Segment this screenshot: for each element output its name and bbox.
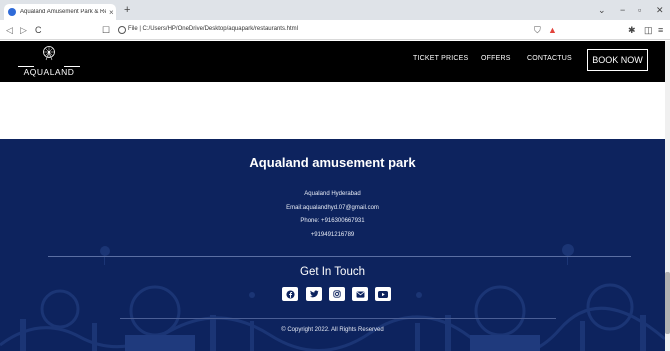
forward-icon[interactable]: ▷ — [20, 24, 27, 36]
get-in-touch-heading: Get In Touch — [300, 266, 365, 278]
browser-tab-bar: Aqualand Amusement Park & Re × + ⌄ − ▫ ✕ — [0, 0, 670, 20]
bookmark-icon[interactable]: ☐ — [102, 24, 110, 36]
logo-text: AQUALAND — [23, 67, 75, 77]
twitter-icon[interactable] — [306, 287, 322, 301]
youtube-icon[interactable] — [375, 287, 391, 301]
new-tab-button[interactable]: + — [124, 4, 130, 16]
minimize-button[interactable]: − — [620, 4, 625, 16]
close-tab-icon[interactable]: × — [109, 8, 114, 17]
copyright-text: © Copyright 2022. All Rights Reserved — [281, 327, 384, 333]
email-icon[interactable] — [352, 287, 368, 301]
footer-title: Aqualand amusement park — [249, 155, 416, 170]
reload-icon[interactable]: C — [35, 24, 42, 36]
facebook-icon[interactable] — [282, 287, 298, 301]
tab-title: Aqualand Amusement Park & Re — [20, 9, 106, 15]
contact-location: Aqualand Hyderabad — [304, 191, 361, 197]
nav-offers[interactable]: OFFERS — [481, 55, 511, 62]
browser-tab[interactable]: Aqualand Amusement Park & Re × — [4, 4, 116, 20]
ferris-wheel-icon — [43, 46, 55, 61]
nav-contactus[interactable]: CONTACTUS — [527, 55, 572, 62]
contact-email[interactable]: Email:aqualandhyd.07@gmail.com — [0, 205, 665, 211]
browser-address-bar: ◁ ▷ C ☐ File | C:/Users/HP/OneDrive/Desk… — [0, 20, 670, 40]
sidebar-icon[interactable]: ◫ — [644, 25, 653, 35]
favicon-icon — [8, 8, 16, 16]
shield-icon[interactable]: ⛉ — [534, 25, 541, 35]
footer-divider-bottom — [120, 318, 556, 319]
site-footer — [0, 139, 665, 351]
tab-search-icon[interactable]: ⌄ — [598, 4, 606, 16]
amusement-park-silhouette — [0, 244, 665, 351]
back-icon[interactable]: ◁ — [6, 24, 13, 36]
contact-phone[interactable]: Phone: +916300667931 — [0, 218, 665, 224]
nav-ticket-prices[interactable]: TICKET PRICES — [413, 55, 468, 62]
maximize-button[interactable]: ▫ — [638, 4, 641, 16]
menu-icon[interactable]: ≡ — [658, 25, 663, 35]
footer-divider — [48, 256, 631, 257]
aqualand-logo[interactable]: AQUALAND — [14, 45, 84, 79]
warning-icon[interactable]: ▲ — [548, 25, 557, 35]
url-field[interactable]: File | C:/Users/HP/OneDrive/Desktop/aqua… — [128, 26, 298, 32]
extensions-icon[interactable]: ✱ — [628, 25, 636, 35]
close-window-button[interactable]: ✕ — [656, 4, 664, 16]
scrollbar-thumb[interactable] — [665, 272, 670, 334]
instagram-icon[interactable] — [329, 287, 345, 301]
site-info-icon[interactable] — [118, 26, 126, 34]
contact-phone-alt[interactable]: +919491216789 — [0, 232, 665, 238]
book-now-button[interactable]: BOOK NOW — [587, 49, 648, 71]
